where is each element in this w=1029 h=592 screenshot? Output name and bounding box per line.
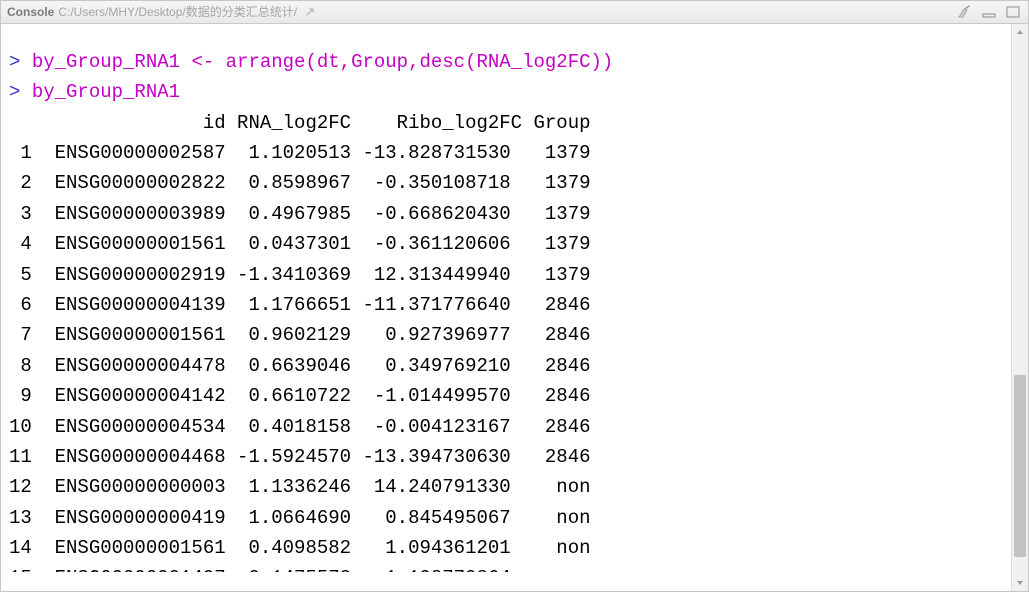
console-output[interactable]: > by_Group_RNA1 <- arrange(dt,Group,desc… <box>1 43 1011 572</box>
console-tab-label[interactable]: Console <box>7 5 54 19</box>
minimize-pane-icon[interactable] <box>980 4 998 20</box>
scroll-down-arrow[interactable] <box>1012 575 1028 591</box>
clear-console-icon[interactable] <box>956 4 974 20</box>
console-body: > by_Group_RNA1 <- arrange(dt,Group,desc… <box>1 24 1028 591</box>
popout-icon[interactable] <box>303 5 317 19</box>
maximize-pane-icon[interactable] <box>1004 4 1022 20</box>
scroll-thumb[interactable] <box>1014 375 1026 556</box>
working-directory-path[interactable]: C:/Users/MHY/Desktop/数据的分类汇总统计/ <box>58 3 297 20</box>
console-panel: Console C:/Users/MHY/Desktop/数据的分类汇总统计/ <box>0 0 1029 592</box>
titlebar-right-icons <box>956 4 1022 20</box>
vertical-scrollbar[interactable] <box>1011 24 1028 591</box>
scroll-up-arrow[interactable] <box>1012 24 1028 40</box>
console-titlebar: Console C:/Users/MHY/Desktop/数据的分类汇总统计/ <box>1 1 1028 24</box>
